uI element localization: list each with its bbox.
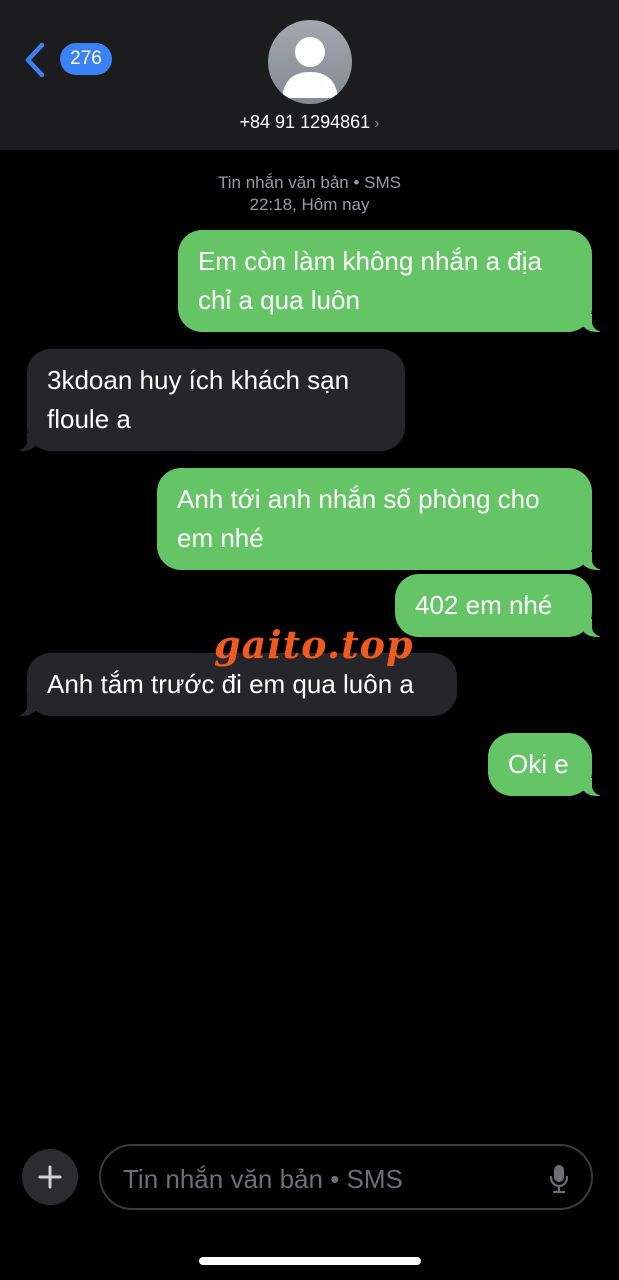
back-chevron-icon bbox=[25, 42, 45, 78]
message-input-placeholder: Tin nhắn văn bản • SMS bbox=[123, 1164, 403, 1194]
message-text: Em còn làm không nhắn a địa chỉ a qua lu… bbox=[198, 246, 542, 315]
conversation-header: 276 +84 91 1294861 › bbox=[0, 0, 619, 150]
person-avatar-icon bbox=[282, 37, 338, 98]
message-text: Anh tới anh nhắn số phòng cho em nhé bbox=[177, 484, 540, 553]
contact-name-button[interactable]: +84 91 1294861 › bbox=[0, 112, 619, 133]
microphone-icon[interactable] bbox=[549, 1164, 569, 1194]
message-bubble-outgoing[interactable]: Em còn làm không nhắn a địa chỉ a qua lu… bbox=[178, 230, 614, 332]
back-button[interactable]: 276 bbox=[24, 40, 114, 80]
thread-timestamp: 22:18, Hôm nay bbox=[249, 195, 370, 214]
message-bubble-outgoing[interactable]: Anh tới anh nhắn số phòng cho em nhé bbox=[157, 468, 614, 570]
contact-avatar[interactable] bbox=[268, 20, 352, 104]
message-text: 402 em nhé bbox=[415, 590, 553, 620]
message-bubble-outgoing[interactable]: Oki e bbox=[488, 733, 614, 796]
service-label: Tin nhắn văn bản • SMS bbox=[218, 173, 401, 192]
thread-info: Tin nhắn văn bản • SMS 22:18, Hôm nay bbox=[0, 172, 619, 216]
chevron-right-icon: › bbox=[374, 115, 380, 132]
unread-count-badge: 276 bbox=[60, 43, 112, 75]
message-text: Oki e bbox=[508, 749, 569, 779]
message-text: Anh tắm trước đi em qua luôn a bbox=[47, 669, 414, 699]
message-bubble-incoming[interactable]: 3kdoan huy ích khách sạn floule a bbox=[5, 349, 405, 451]
add-attachment-button[interactable] bbox=[22, 1149, 78, 1205]
message-bubble-outgoing[interactable]: 402 em nhé bbox=[395, 574, 614, 637]
contact-number: +84 91 1294861 bbox=[239, 112, 371, 132]
home-indicator[interactable] bbox=[199, 1257, 421, 1265]
watermark: gaito.top bbox=[214, 622, 414, 667]
message-text: 3kdoan huy ích khách sạn floule a bbox=[47, 365, 350, 434]
message-input[interactable]: Tin nhắn văn bản • SMS bbox=[99, 1144, 593, 1210]
plus-icon bbox=[38, 1165, 62, 1189]
